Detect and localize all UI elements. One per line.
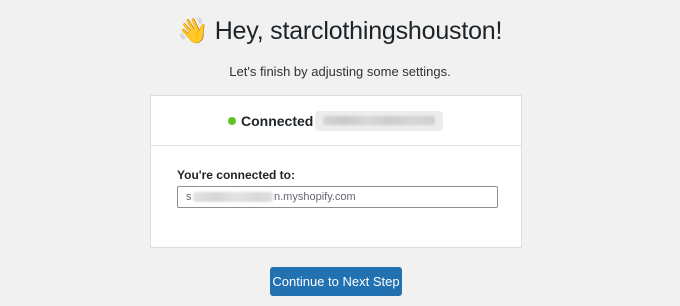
status-dot-icon: [228, 117, 236, 125]
connection-card: Connected You're connected to: s n.mysho…: [150, 95, 522, 248]
connection-status-row: Connected: [151, 96, 521, 146]
greeting-text: Hey, starclothingshouston!: [214, 17, 503, 45]
page-title: 👋 Hey, starclothingshouston!: [0, 14, 680, 48]
continue-to-next-step-button[interactable]: Continue to Next Step: [270, 267, 402, 296]
connected-to-label: You're connected to:: [177, 168, 295, 182]
store-url-field[interactable]: s n.myshopify.com: [177, 186, 498, 208]
redacted-account-text: [323, 116, 435, 125]
store-url-prefix: s: [186, 191, 192, 203]
connection-status-label: Connected: [241, 113, 314, 129]
store-url-suffix: n.myshopify.com: [274, 191, 356, 203]
redacted-store-name: [193, 192, 273, 202]
setup-page: 👋 Hey, starclothingshouston! Let's finish…: [0, 0, 680, 306]
waving-hand-icon: 👋: [177, 16, 209, 45]
page-subtitle: Let's finish by adjusting some settings.: [229, 64, 451, 79]
redacted-account-badge: [315, 111, 443, 131]
